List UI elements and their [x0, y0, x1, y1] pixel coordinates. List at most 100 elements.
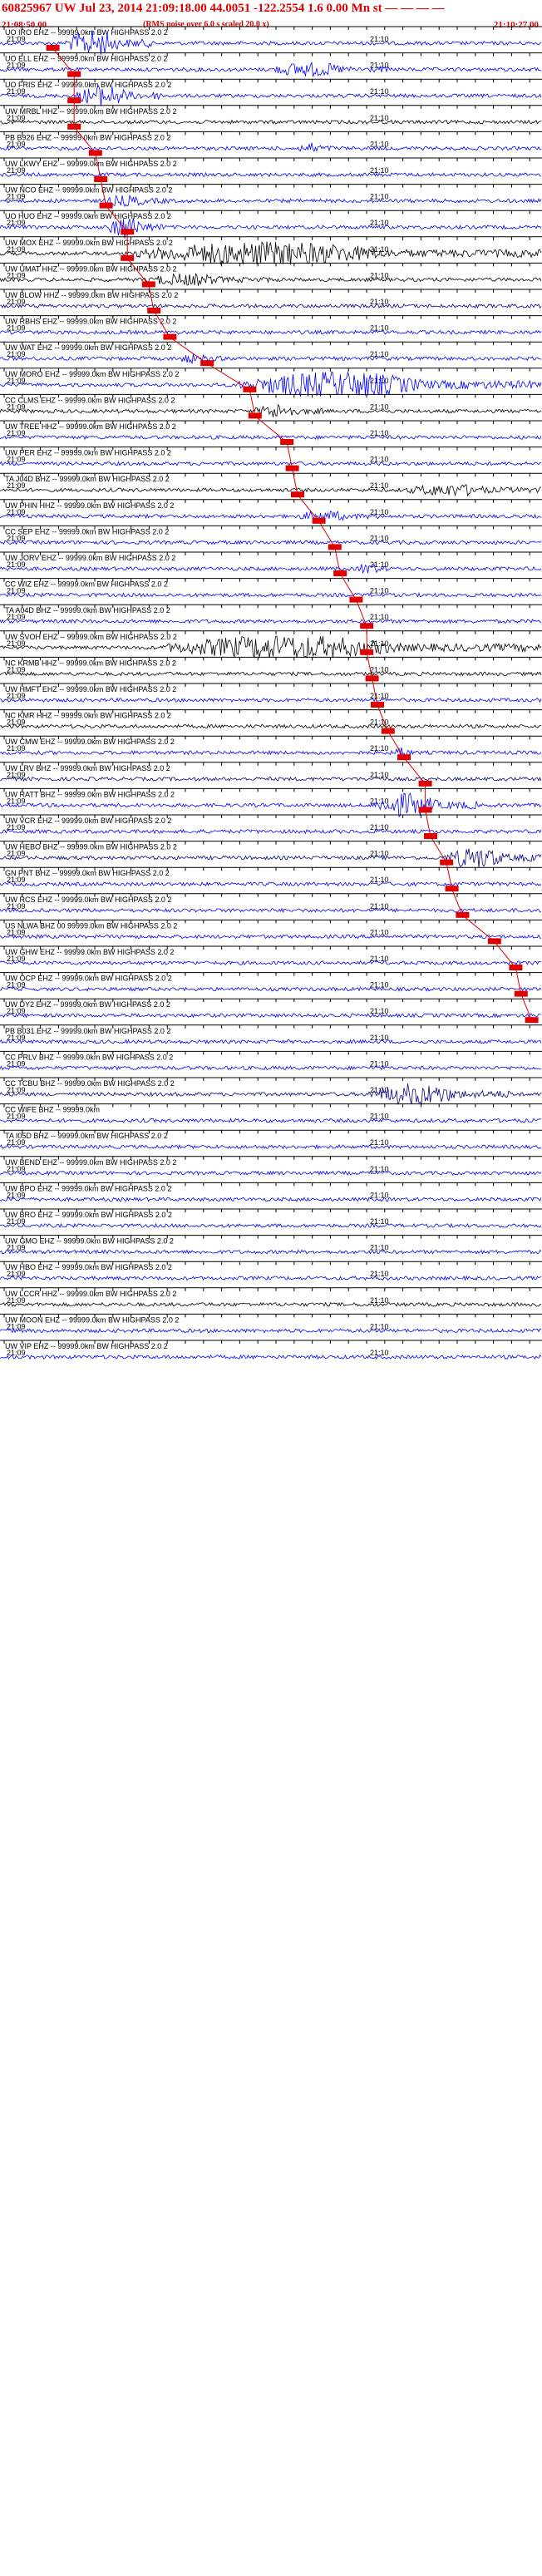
waveform: [0, 1275, 542, 1281]
minute-label: 21:10: [370, 1349, 389, 1357]
minute-label: 21:09: [7, 481, 26, 490]
minute-label: 21:10: [370, 508, 389, 516]
minute-label: 21:09: [7, 1086, 26, 1094]
waveform: [0, 303, 542, 309]
waveform: [0, 1301, 541, 1307]
waveform: [0, 986, 542, 992]
trace-label: UO HUO EHZ -- 99999.0km BW HIGHPASS 2.0 …: [5, 212, 171, 220]
waveform: [0, 194, 542, 208]
trace-label: UW RCS EHZ -- 99999.0km BW HIGHPASS 2.0 …: [5, 896, 171, 904]
trace-label: CC CLMS EHZ -- 99999.0km BW HIGHPASS 2.0…: [5, 396, 175, 404]
waveform: [0, 1354, 542, 1360]
minute-label: 21:10: [370, 1034, 389, 1042]
minute-label: 21:10: [370, 1296, 389, 1305]
minute-label: 21:09: [7, 902, 26, 910]
waveform: [0, 619, 542, 624]
minute-label: 21:09: [7, 797, 26, 805]
minute-label: 21:09: [7, 692, 26, 700]
minute-label: 21:10: [370, 298, 389, 306]
trace-label: UW BEND EHZ -- 99999.0km BW HIGHPASS 2.0…: [5, 1158, 176, 1167]
trace-label: UW LRV BHZ -- 99999.0km BW HIGHPASS 2.0 …: [5, 764, 170, 772]
trace-label: TA A04D BHZ -- 99999.0km BW HIGHPASS 2.0…: [5, 606, 170, 614]
waveform: [0, 62, 542, 77]
trace-label: UW HBO EHZ -- 99999.0km BW HIGHPASS 2.0 …: [5, 1263, 172, 1271]
trace-label: UW GHW EHZ -- 99999.0km BW HIGHPASS 2.0 …: [5, 948, 174, 956]
minute-label: 21:10: [370, 1113, 389, 1121]
minute-label: 21:10: [370, 1244, 389, 1252]
minute-label: 21:09: [7, 1296, 26, 1305]
waveform: [0, 1065, 542, 1071]
trace-label: NC KRMB HHZ -- 99999.0km BW HIGHPASS 2.0…: [5, 659, 176, 667]
minute-label: 21:09: [7, 271, 26, 279]
waveform: [0, 1197, 542, 1202]
trace-label: UO ELL EHZ -- 99999.0km BW HIGHPASS 2.0 …: [5, 55, 168, 63]
waveform: [0, 881, 542, 887]
trace-label: UW JORV EHZ -- 99999.0km BW HIGHPASS 2.0…: [5, 554, 175, 562]
minute-label: 21:09: [7, 823, 26, 832]
minute-label: 21:09: [7, 1191, 26, 1199]
minute-label: 21:10: [370, 534, 389, 542]
waveform: [0, 434, 542, 441]
waveform: [0, 934, 541, 940]
minute-label: 21:10: [370, 377, 389, 385]
minute-label: 21:10: [370, 456, 389, 464]
waveform: [0, 563, 542, 575]
minute-label: 21:09: [7, 744, 26, 753]
trace-label: UW HMFT EHZ -- 99999.0km BW HIGHPASS 2.0…: [5, 685, 176, 693]
minute-label: 21:10: [370, 744, 389, 753]
minute-label: 21:09: [7, 377, 26, 385]
minute-label: 21:10: [370, 587, 389, 595]
trace-label: UW HEBO BHZ -- 99999.0km BW HIGHPASS 2.0…: [5, 843, 177, 851]
waveform: [0, 776, 542, 782]
waveform: [0, 1143, 542, 1150]
trace-label: UW SVOH EHZ -- 99999.0km BW HIGHPASS 2.0…: [5, 633, 177, 641]
trace-label: UW MOON EHZ -- 99999.0km BW HIGHPASS 2.0…: [5, 1315, 179, 1324]
trace-label: UW OCP EHZ -- 99999.0km BW HIGHPASS 2.0 …: [5, 975, 172, 983]
minute-label: 21:09: [7, 1034, 26, 1042]
trace-label: UO IRO EHZ -- 99999.0km BW HIGHPASS 2.0 …: [5, 28, 168, 37]
minute-label: 21:10: [370, 481, 389, 490]
waveform: [0, 848, 542, 868]
minute-label: 21:10: [370, 797, 389, 805]
waveform: [0, 484, 542, 497]
waveform: [0, 329, 542, 335]
trace-label: UW NCO EHZ -- 99999.0km BW HIGHPASS 2.0 …: [5, 186, 172, 195]
trace-label: TA J04D BHZ -- 99999.0km BW HIGHPASS 2.0…: [5, 475, 170, 483]
minute-label: 21:09: [7, 1217, 26, 1226]
trace-label: UW MOX EHZ -- 99999.0km BW HIGHPASS 2.0 …: [5, 239, 173, 247]
trace-label: UW PER EHZ -- 99999.0km BW HIGHPASS 2.0 …: [5, 449, 171, 457]
minute-label: 21:09: [7, 1138, 26, 1147]
trace-label: TA I05D BHZ -- 99999.0km BW HIGHPASS 2.0…: [5, 1132, 168, 1140]
trace-label: UW RBHS EHZ -- 99999.0km BW HIGHPASS 2.0…: [5, 318, 176, 326]
waveform: [0, 723, 542, 729]
seismogram-plot: UO IRO EHZ -- 99999.0km BW HIGHPASS 2.0 …: [0, 26, 542, 1360]
waveform: [0, 1170, 542, 1176]
trace-label: UW LKWY EHZ -- 99999.0km BW HIGHPASS 2.0…: [5, 160, 177, 168]
trace-label: PB B031 EHZ -- 99999.0km BW HIGHPASS 2.0…: [5, 1027, 170, 1035]
minute-label: 21:10: [370, 245, 389, 254]
waveform: [0, 1328, 542, 1334]
waveform: [0, 403, 542, 417]
minute-label: 21:09: [7, 1244, 26, 1252]
waveform: [0, 1249, 542, 1255]
p-pick-marker: [46, 45, 60, 51]
minute-label: 21:10: [370, 613, 389, 621]
waveform: [0, 461, 542, 466]
minute-label: 21:10: [370, 402, 389, 411]
minute-label: 21:10: [370, 87, 389, 96]
trace-label: UW BRO EHZ -- 99999.0km BW HIGHPASS 2.0 …: [5, 1211, 172, 1219]
waveform: [0, 119, 542, 126]
trace-label: NC KMR HHZ -- 99999.0km BW HIGHPASS 2.0 …: [5, 712, 171, 720]
trace-label: CC WIZ EHZ -- 99999.0km BW HIGHPASS 2.0 …: [5, 580, 168, 589]
minute-label: 21:09: [7, 613, 26, 621]
waveform: [0, 697, 542, 703]
trace-label: UW MORO EHZ -- 99999.0km BW HIGHPASS 2.0…: [5, 370, 179, 378]
trace-label: UW BLOW HHZ -- 99999.0km BW HIGHPASS 2.0…: [5, 291, 178, 299]
trace-label: UW TREE HHZ -- 99999.0km BW HIGHPASS 2.0…: [5, 422, 176, 431]
trace-label: UW PHIN HHZ -- 99999.0km BW HIGHPASS 2.0…: [5, 501, 174, 510]
trace-label: UW MRBL HHZ -- 99999.0km BW HIGHPASS 2.0…: [5, 107, 177, 116]
minute-label: 21:09: [7, 1059, 26, 1068]
waveform: [0, 671, 542, 677]
waveform: [0, 1118, 542, 1123]
waveform: [0, 353, 542, 364]
